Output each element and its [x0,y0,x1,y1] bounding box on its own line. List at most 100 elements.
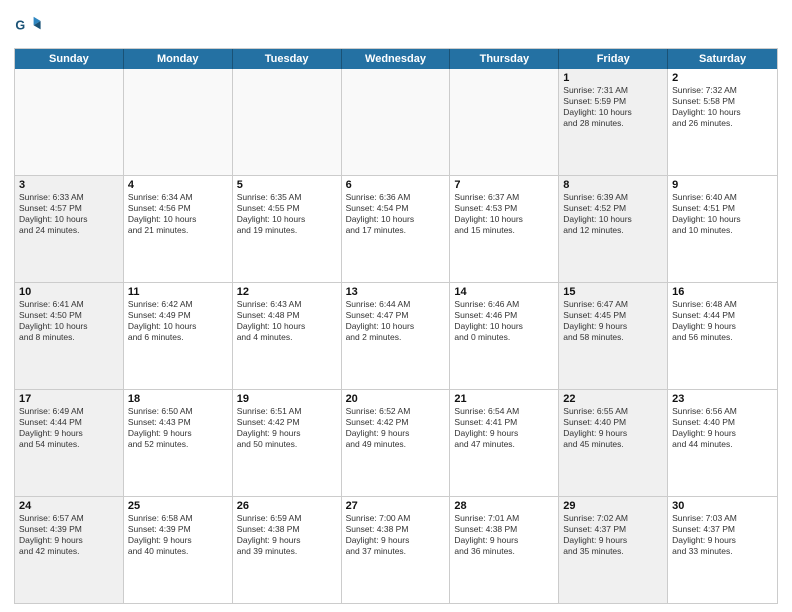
day-number: 11 [128,286,228,298]
logo: G [14,14,46,42]
day-info: Sunrise: 6:44 AM Sunset: 4:47 PM Dayligh… [346,299,446,343]
calendar-cell: 19Sunrise: 6:51 AM Sunset: 4:42 PM Dayli… [233,390,342,496]
day-info: Sunrise: 6:52 AM Sunset: 4:42 PM Dayligh… [346,406,446,450]
calendar-cell: 4Sunrise: 6:34 AM Sunset: 4:56 PM Daylig… [124,176,233,282]
weekday-header: Wednesday [342,49,451,69]
day-info: Sunrise: 6:47 AM Sunset: 4:45 PM Dayligh… [563,299,663,343]
calendar-cell: 11Sunrise: 6:42 AM Sunset: 4:49 PM Dayli… [124,283,233,389]
day-number: 8 [563,179,663,191]
day-number: 25 [128,500,228,512]
calendar-row: 3Sunrise: 6:33 AM Sunset: 4:57 PM Daylig… [15,175,777,282]
calendar-cell [233,69,342,175]
calendar-cell [15,69,124,175]
calendar-cell: 30Sunrise: 7:03 AM Sunset: 4:37 PM Dayli… [668,497,777,603]
day-info: Sunrise: 7:31 AM Sunset: 5:59 PM Dayligh… [563,85,663,129]
day-info: Sunrise: 6:42 AM Sunset: 4:49 PM Dayligh… [128,299,228,343]
calendar-cell: 18Sunrise: 6:50 AM Sunset: 4:43 PM Dayli… [124,390,233,496]
day-info: Sunrise: 7:03 AM Sunset: 4:37 PM Dayligh… [672,513,773,557]
day-number: 20 [346,393,446,405]
calendar-cell: 17Sunrise: 6:49 AM Sunset: 4:44 PM Dayli… [15,390,124,496]
calendar-cell: 23Sunrise: 6:56 AM Sunset: 4:40 PM Dayli… [668,390,777,496]
day-info: Sunrise: 6:41 AM Sunset: 4:50 PM Dayligh… [19,299,119,343]
day-number: 4 [128,179,228,191]
day-number: 1 [563,72,663,84]
day-number: 3 [19,179,119,191]
day-info: Sunrise: 6:43 AM Sunset: 4:48 PM Dayligh… [237,299,337,343]
calendar-cell: 24Sunrise: 6:57 AM Sunset: 4:39 PM Dayli… [15,497,124,603]
calendar-cell: 8Sunrise: 6:39 AM Sunset: 4:52 PM Daylig… [559,176,668,282]
day-number: 10 [19,286,119,298]
calendar-cell: 1Sunrise: 7:31 AM Sunset: 5:59 PM Daylig… [559,69,668,175]
day-number: 19 [237,393,337,405]
day-number: 21 [454,393,554,405]
day-info: Sunrise: 6:34 AM Sunset: 4:56 PM Dayligh… [128,192,228,236]
calendar-cell: 27Sunrise: 7:00 AM Sunset: 4:38 PM Dayli… [342,497,451,603]
calendar-cell: 3Sunrise: 6:33 AM Sunset: 4:57 PM Daylig… [15,176,124,282]
day-number: 14 [454,286,554,298]
calendar-cell: 22Sunrise: 6:55 AM Sunset: 4:40 PM Dayli… [559,390,668,496]
weekday-header: Friday [559,49,668,69]
calendar-cell: 9Sunrise: 6:40 AM Sunset: 4:51 PM Daylig… [668,176,777,282]
calendar-cell: 25Sunrise: 6:58 AM Sunset: 4:39 PM Dayli… [124,497,233,603]
calendar-cell: 6Sunrise: 6:36 AM Sunset: 4:54 PM Daylig… [342,176,451,282]
weekday-header: Sunday [15,49,124,69]
calendar-row: 10Sunrise: 6:41 AM Sunset: 4:50 PM Dayli… [15,282,777,389]
day-number: 5 [237,179,337,191]
calendar-cell: 28Sunrise: 7:01 AM Sunset: 4:38 PM Dayli… [450,497,559,603]
calendar-cell: 7Sunrise: 6:37 AM Sunset: 4:53 PM Daylig… [450,176,559,282]
calendar-cell: 2Sunrise: 7:32 AM Sunset: 5:58 PM Daylig… [668,69,777,175]
logo-icon: G [14,14,42,42]
calendar-cell: 16Sunrise: 6:48 AM Sunset: 4:44 PM Dayli… [668,283,777,389]
calendar-cell: 13Sunrise: 6:44 AM Sunset: 4:47 PM Dayli… [342,283,451,389]
day-info: Sunrise: 6:55 AM Sunset: 4:40 PM Dayligh… [563,406,663,450]
day-number: 15 [563,286,663,298]
day-number: 28 [454,500,554,512]
calendar-cell: 20Sunrise: 6:52 AM Sunset: 4:42 PM Dayli… [342,390,451,496]
day-info: Sunrise: 6:50 AM Sunset: 4:43 PM Dayligh… [128,406,228,450]
day-number: 23 [672,393,773,405]
calendar-cell [124,69,233,175]
day-info: Sunrise: 7:02 AM Sunset: 4:37 PM Dayligh… [563,513,663,557]
day-number: 13 [346,286,446,298]
day-number: 9 [672,179,773,191]
day-number: 16 [672,286,773,298]
calendar-header: SundayMondayTuesdayWednesdayThursdayFrid… [15,49,777,69]
page: G SundayMondayTuesdayWednesdayThursdayFr… [0,0,792,612]
weekday-header: Saturday [668,49,777,69]
day-info: Sunrise: 6:54 AM Sunset: 4:41 PM Dayligh… [454,406,554,450]
calendar-cell: 12Sunrise: 6:43 AM Sunset: 4:48 PM Dayli… [233,283,342,389]
calendar-cell: 5Sunrise: 6:35 AM Sunset: 4:55 PM Daylig… [233,176,342,282]
calendar-cell: 29Sunrise: 7:02 AM Sunset: 4:37 PM Dayli… [559,497,668,603]
svg-text:G: G [15,18,25,32]
day-number: 27 [346,500,446,512]
day-number: 22 [563,393,663,405]
weekday-header: Tuesday [233,49,342,69]
calendar-cell: 14Sunrise: 6:46 AM Sunset: 4:46 PM Dayli… [450,283,559,389]
day-info: Sunrise: 6:46 AM Sunset: 4:46 PM Dayligh… [454,299,554,343]
day-info: Sunrise: 7:01 AM Sunset: 4:38 PM Dayligh… [454,513,554,557]
day-number: 24 [19,500,119,512]
calendar-row: 17Sunrise: 6:49 AM Sunset: 4:44 PM Dayli… [15,389,777,496]
day-info: Sunrise: 6:49 AM Sunset: 4:44 PM Dayligh… [19,406,119,450]
calendar-body: 1Sunrise: 7:31 AM Sunset: 5:59 PM Daylig… [15,69,777,603]
day-number: 2 [672,72,773,84]
calendar: SundayMondayTuesdayWednesdayThursdayFrid… [14,48,778,604]
day-info: Sunrise: 6:36 AM Sunset: 4:54 PM Dayligh… [346,192,446,236]
day-info: Sunrise: 6:37 AM Sunset: 4:53 PM Dayligh… [454,192,554,236]
day-info: Sunrise: 7:32 AM Sunset: 5:58 PM Dayligh… [672,85,773,129]
day-info: Sunrise: 6:58 AM Sunset: 4:39 PM Dayligh… [128,513,228,557]
calendar-cell: 21Sunrise: 6:54 AM Sunset: 4:41 PM Dayli… [450,390,559,496]
day-info: Sunrise: 6:48 AM Sunset: 4:44 PM Dayligh… [672,299,773,343]
day-info: Sunrise: 6:39 AM Sunset: 4:52 PM Dayligh… [563,192,663,236]
calendar-row: 24Sunrise: 6:57 AM Sunset: 4:39 PM Dayli… [15,496,777,603]
day-info: Sunrise: 6:51 AM Sunset: 4:42 PM Dayligh… [237,406,337,450]
calendar-cell: 10Sunrise: 6:41 AM Sunset: 4:50 PM Dayli… [15,283,124,389]
calendar-cell: 15Sunrise: 6:47 AM Sunset: 4:45 PM Dayli… [559,283,668,389]
day-info: Sunrise: 6:35 AM Sunset: 4:55 PM Dayligh… [237,192,337,236]
day-number: 12 [237,286,337,298]
header: G [14,10,778,42]
calendar-cell [450,69,559,175]
day-info: Sunrise: 6:33 AM Sunset: 4:57 PM Dayligh… [19,192,119,236]
day-info: Sunrise: 6:40 AM Sunset: 4:51 PM Dayligh… [672,192,773,236]
day-number: 17 [19,393,119,405]
